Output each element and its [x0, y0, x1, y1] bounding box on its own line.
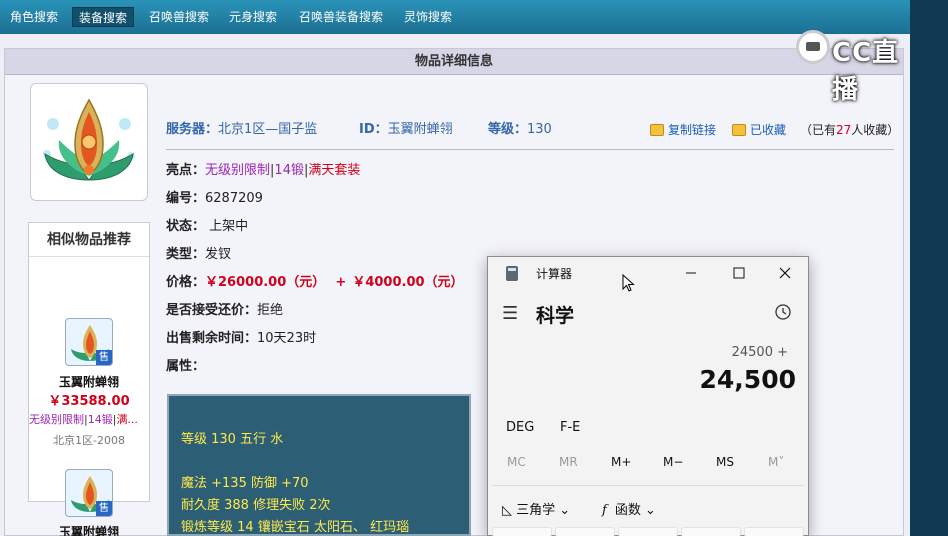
nav-equipment-search[interactable]: 装备搜索 — [72, 7, 135, 27]
similar-item-1-name[interactable]: 玉翼附蝉翎 — [29, 373, 149, 390]
similar-item-2-name[interactable]: 玉翼附蝉翎 — [29, 523, 149, 536]
nav-pet-equipment-search[interactable]: 召唤兽装备搜索 — [293, 7, 389, 27]
hairpin-icon — [43, 98, 135, 181]
similar-items-panel: 相似物品推荐 售 玉翼附蝉翎 ￥33588.00 无级别限制|14锻|满... … — [28, 222, 150, 536]
favorite-icon — [732, 124, 746, 136]
nav-role-search[interactable]: 角色搜索 — [4, 7, 64, 27]
calculator-key[interactable] — [618, 527, 678, 536]
calculator-window: 计算器 ☰ 科学 24500 + 24,500 DEG F-E MC MR M+… — [487, 256, 809, 536]
panel-title: 物品详细信息 — [5, 49, 903, 75]
calculator-display: 24,500 — [699, 365, 796, 394]
sell-badge: 售 — [96, 501, 112, 516]
calculator-app-icon — [506, 266, 518, 281]
hamburger-menu-icon[interactable]: ☰ — [502, 303, 518, 324]
level-info: 等级：130 — [488, 122, 552, 137]
minimize-icon — [686, 272, 696, 274]
chevron-down-icon: ⌄ — [559, 503, 571, 518]
close-icon — [779, 267, 791, 279]
function-icon: f — [602, 503, 607, 518]
calculator-titlebar[interactable]: 计算器 — [488, 257, 808, 291]
id-info: ID：玉翼附蝉翎 — [359, 122, 453, 137]
attribute-line: 耐久度 388 修理失败 2次 — [181, 498, 331, 513]
number-row: 编号：6287209 — [166, 191, 263, 206]
chevron-down-icon: ⌄ — [644, 503, 656, 518]
memory-recall-button[interactable]: MR — [559, 455, 578, 469]
status-row: 状态： 上架中 — [166, 219, 249, 234]
attributes-row: 属性： — [166, 359, 206, 374]
nav-body-search[interactable]: 元身搜索 — [223, 7, 283, 27]
favorite-count: （已有27人收藏） — [800, 123, 900, 137]
calculator-title: 计算器 — [536, 267, 573, 281]
calculator-key[interactable] — [492, 527, 552, 536]
close-button[interactable] — [762, 261, 808, 287]
header-divider — [166, 149, 894, 150]
logo-mascot-icon — [796, 30, 830, 64]
favorite-button[interactable]: 已收藏 — [732, 122, 786, 138]
nav-pet-search[interactable]: 召唤兽搜索 — [143, 7, 215, 27]
calculator-mode: 科学 — [536, 305, 575, 327]
mouse-cursor-icon — [622, 274, 635, 292]
remaining-time-row: 出售剩余时间：10天23时 — [166, 331, 317, 346]
server-info: 服务器：北京1区—国子监 — [166, 122, 318, 137]
item-image — [30, 83, 148, 201]
maximize-button[interactable] — [716, 261, 762, 287]
memory-clear-button[interactable]: MC — [507, 455, 526, 469]
calculator-keypad — [492, 527, 804, 536]
highlights-row: 亮点：无级别限制|14锻|满天套装 — [166, 163, 361, 178]
function-dropdown[interactable]: f 函数 ⌄ — [602, 499, 656, 518]
attributes-box: 等级 130 五行 水 魔法 +135 防御 +70 耐久度 388 修理失败 … — [167, 394, 471, 536]
copy-link-button[interactable]: 复制链接 — [650, 122, 716, 138]
cc-live-logo: CC直播 — [796, 30, 926, 105]
calculator-key[interactable] — [555, 527, 615, 536]
attribute-line: 魔法 +135 防御 +70 — [181, 476, 309, 491]
copy-link-icon — [650, 124, 664, 136]
similar-item-1-server: 北京1区-2008 — [53, 434, 125, 447]
similar-item-1-image[interactable]: 售 — [65, 318, 113, 366]
calculator-divider — [492, 485, 804, 486]
type-row: 类型：发钗 — [166, 247, 232, 262]
similar-item-1-tags: 无级别限制|14锻|满... — [29, 413, 138, 426]
triangle-icon: ◺ — [502, 503, 512, 518]
price-row: 价格：￥26000.00（元） + ￥4000.00（元） — [166, 275, 464, 290]
calculator-key[interactable] — [681, 527, 741, 536]
attribute-line: 锻炼等级 14 镶嵌宝石 太阳石、 红玛瑙 — [181, 520, 410, 535]
memory-list-button[interactable]: M˅ — [768, 455, 784, 469]
bargain-row: 是否接受还价：拒绝 — [166, 303, 284, 318]
sell-badge: 售 — [96, 350, 112, 365]
history-icon[interactable] — [774, 303, 792, 325]
memory-subtract-button[interactable]: M− — [663, 455, 683, 469]
deg-toggle[interactable]: DEG — [506, 420, 534, 435]
memory-store-button[interactable]: MS — [716, 455, 734, 469]
fe-toggle[interactable]: F-E — [560, 420, 580, 435]
similar-item-1-price: ￥33588.00 — [48, 394, 130, 409]
minimize-button[interactable] — [668, 261, 714, 287]
calculator-key[interactable] — [744, 527, 804, 536]
trigonometry-dropdown[interactable]: ◺ 三角学 ⌄ — [502, 499, 570, 518]
top-nav: 角色搜索 装备搜索 召唤兽搜索 元身搜索 召唤兽装备搜索 灵饰搜索 — [0, 0, 910, 34]
nav-accessory-search[interactable]: 灵饰搜索 — [398, 7, 458, 27]
maximize-icon — [733, 267, 745, 279]
calculator-expression: 24500 + — [731, 345, 788, 360]
similar-item-2-image[interactable]: 售 — [65, 469, 113, 517]
attribute-line: 等级 130 五行 水 — [181, 432, 284, 447]
memory-add-button[interactable]: M+ — [611, 455, 631, 469]
similar-items-title: 相似物品推荐 — [29, 223, 149, 257]
